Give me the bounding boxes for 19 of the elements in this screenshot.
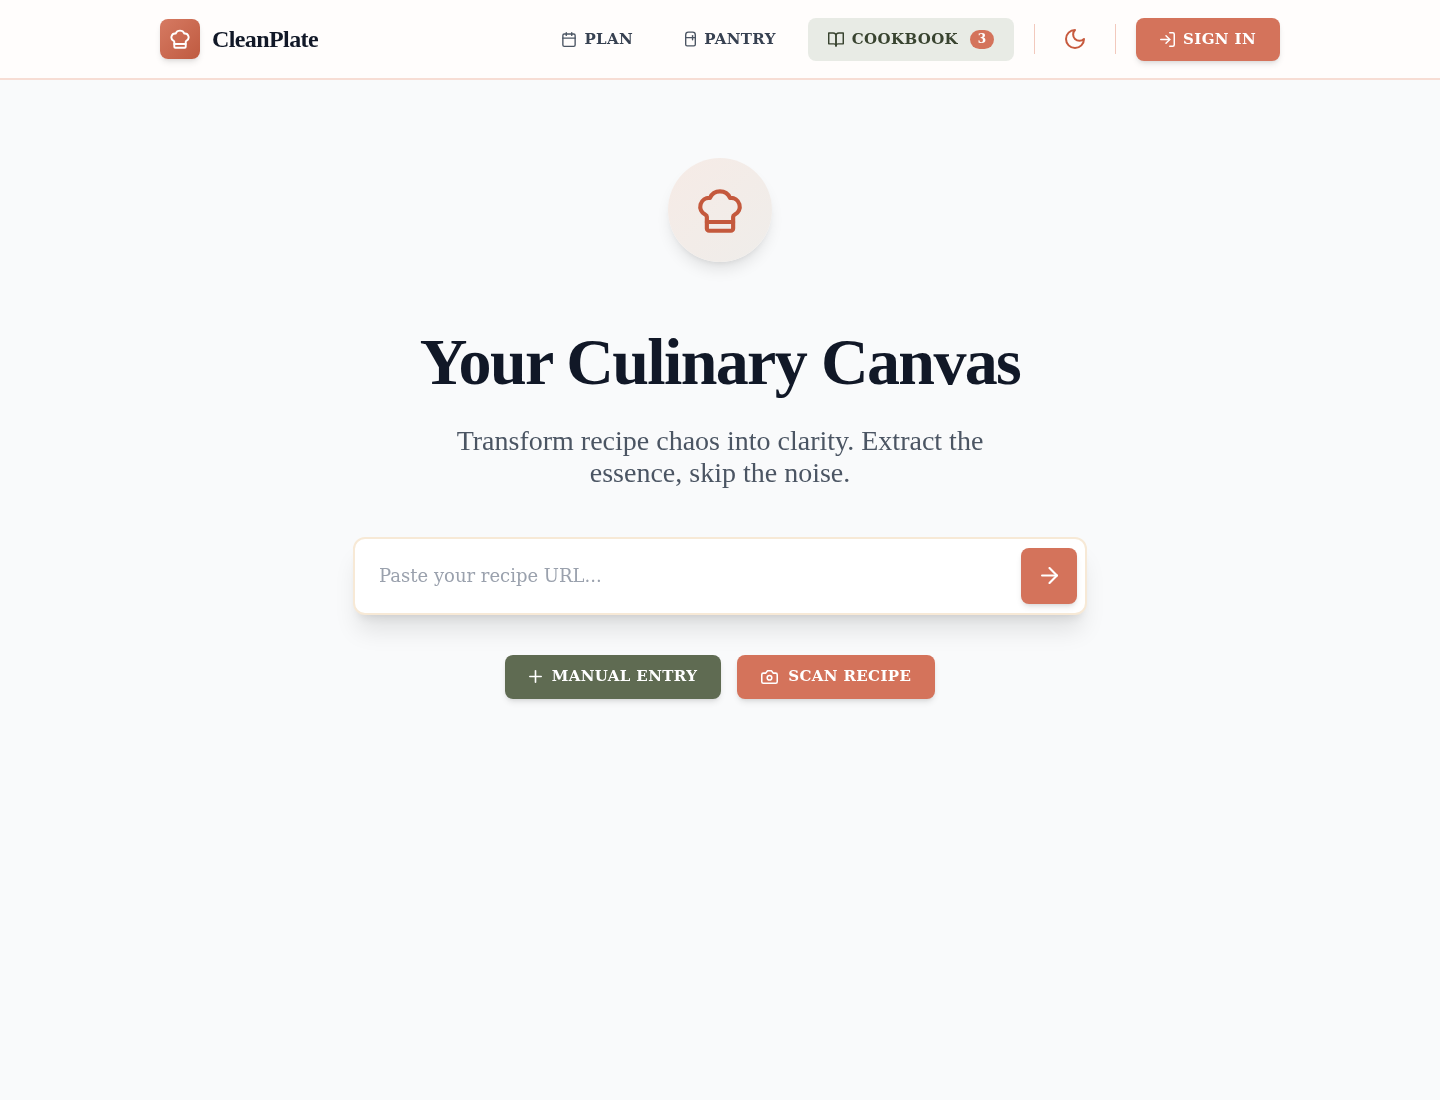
brand-name: CleanPlate <box>212 25 318 54</box>
refrigerator-icon <box>685 31 697 47</box>
hero-subtitle: Transform recipe chaos into clarity. Extract the essence, skip the noise. <box>455 424 985 489</box>
recipe-url-input[interactable]: Paste your recipe URL... <box>353 536 1087 615</box>
plus-icon <box>528 670 542 684</box>
arrow-right-icon <box>1040 567 1058 585</box>
camera-icon <box>761 669 779 684</box>
hero-title: Your Culinary Canvas <box>419 326 1021 399</box>
calendar-icon <box>562 31 577 47</box>
nav-tab[interactable]: PLAN <box>542 17 654 61</box>
chef-hat-icon <box>160 19 200 59</box>
manual-entry-button[interactable]: MANUAL ENTRY <box>504 654 722 699</box>
moon-icon <box>1065 29 1086 49</box>
count-badge: 3 <box>970 29 995 49</box>
nav-tab[interactable]: COOKBOOK 3 <box>807 17 1015 61</box>
open-book-icon <box>827 31 844 47</box>
submit-button[interactable] <box>1021 547 1077 604</box>
log-in-icon <box>1160 31 1176 47</box>
nav-tab[interactable]: PANTRY <box>665 17 796 61</box>
